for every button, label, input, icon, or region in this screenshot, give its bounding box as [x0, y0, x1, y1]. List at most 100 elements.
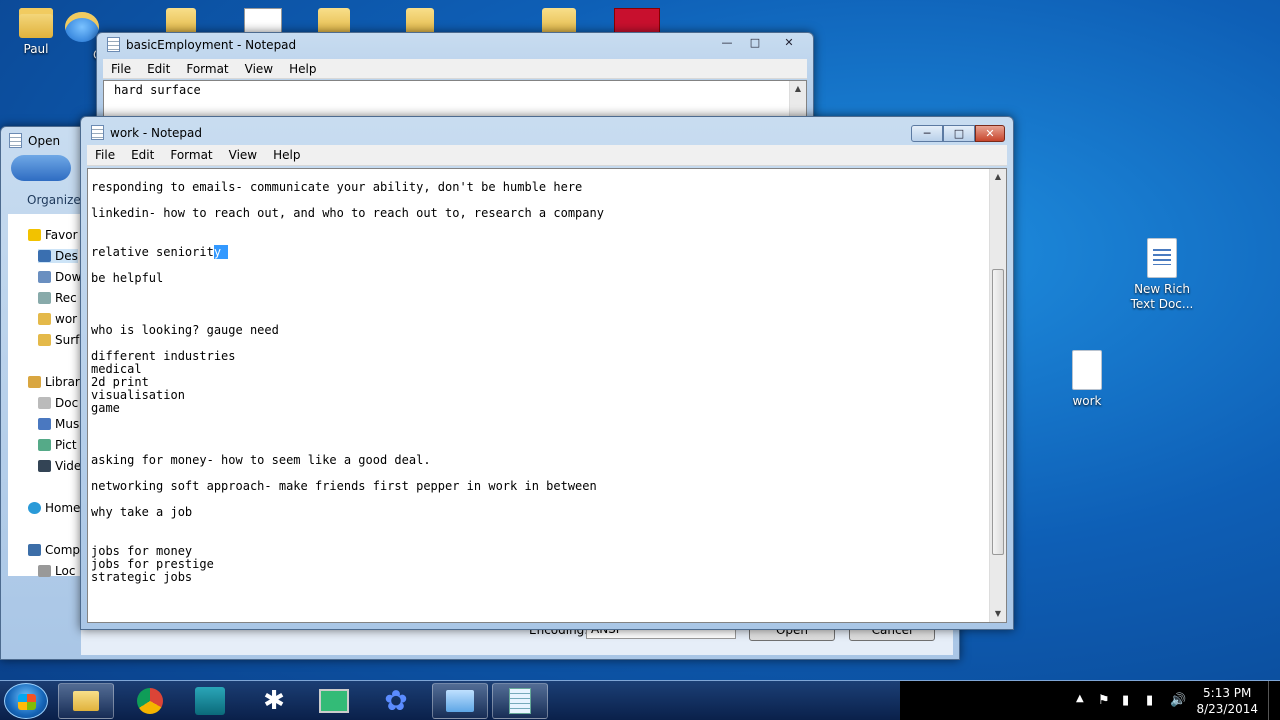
network-icon[interactable]: ▮: [1146, 693, 1153, 708]
text-line: [91, 220, 604, 233]
maximize-button[interactable]: □: [741, 33, 769, 51]
nav-music[interactable]: Mus: [38, 417, 79, 431]
text-line: medical: [91, 362, 142, 376]
show-hidden-icons[interactable]: ▲: [1076, 693, 1084, 704]
notepad-icon: [107, 37, 120, 52]
text-line: [91, 519, 604, 532]
nav-documents[interactable]: Doc: [38, 396, 78, 410]
nav-libraries[interactable]: Librar: [28, 375, 80, 389]
minimize-button[interactable]: ─: [911, 125, 943, 142]
maya-icon: [195, 687, 225, 715]
window-title: basicEmployment - Notepad: [126, 37, 297, 52]
nav-recent[interactable]: Rec: [38, 291, 77, 305]
menu-bar: File Edit Format View Help: [103, 59, 807, 79]
nav-pictures[interactable]: Pict: [38, 438, 77, 452]
browser-icon: [65, 12, 99, 42]
notepad-window-work[interactable]: work - Notepad ─ □ ✕ File Edit Format Vi…: [80, 116, 1014, 630]
star-icon: [28, 229, 41, 241]
scroll-up-arrow[interactable]: ▲: [990, 169, 1006, 185]
window-controls: — □ ✕: [713, 33, 809, 51]
desktop-icon-work[interactable]: work: [1047, 350, 1127, 408]
nav-desktop[interactable]: Des: [38, 249, 78, 263]
system-tray: ▲ ⚑ ▮ ▮ 🔊 5:13 PM 8/23/2014: [900, 681, 1280, 720]
text-doc-icon: [1072, 350, 1102, 390]
control-panel-icon: [446, 690, 474, 712]
text-line: strategic jobs: [91, 570, 193, 584]
scrollbar-thumb[interactable]: [992, 269, 1004, 555]
text-line: responding to emails- communicate your a…: [91, 180, 583, 194]
nav-downloads[interactable]: Dow: [38, 270, 81, 284]
taskbar-control-panel[interactable]: [432, 683, 488, 719]
clock[interactable]: 5:13 PM 8/23/2014: [1196, 685, 1258, 717]
nav-computer[interactable]: Comp: [28, 543, 80, 557]
window-controls: ─ □ ✕: [911, 125, 1005, 142]
menu-file[interactable]: File: [103, 62, 139, 76]
taskbar-zbrush[interactable]: ✱: [246, 683, 302, 719]
folder-icon: [38, 313, 51, 325]
desktop-icon: [38, 250, 51, 262]
menu-view[interactable]: View: [221, 148, 265, 162]
chrome-icon: [137, 688, 163, 714]
nav-videos[interactable]: Vide: [38, 459, 81, 473]
clock-date: 8/23/2014: [1196, 702, 1258, 716]
menu-view[interactable]: View: [237, 62, 281, 76]
show-desktop-button[interactable]: [1268, 681, 1280, 720]
taskbar-flower-app[interactable]: ✿: [368, 683, 424, 719]
taskbar-app[interactable]: [306, 683, 362, 719]
close-button[interactable]: ✕: [769, 33, 809, 51]
start-button[interactable]: [4, 683, 48, 719]
homegroup-icon: [28, 502, 41, 514]
taskbar-maya[interactable]: [182, 683, 238, 719]
text-line: [91, 285, 604, 298]
library-icon: [28, 376, 41, 388]
organize-button[interactable]: Organize: [27, 193, 81, 207]
nav-local-disk[interactable]: Loc: [38, 564, 75, 578]
text-line: relative seniority: [91, 245, 229, 259]
volume-icon[interactable]: 🔊: [1170, 693, 1186, 708]
zbrush-icon: ✱: [263, 686, 285, 716]
menu-file[interactable]: File: [87, 148, 123, 162]
text-line: who is looking? gauge need: [91, 323, 279, 337]
action-center-flag-icon[interactable]: ⚑: [1098, 693, 1110, 708]
menu-help[interactable]: Help: [265, 148, 308, 162]
desktop-icon-rich-text[interactable]: New Rich Text Doc...: [1122, 238, 1202, 312]
text-line: [91, 415, 604, 428]
nav-work[interactable]: wor: [38, 312, 77, 326]
window-title: work - Notepad: [110, 125, 202, 140]
nav-surface[interactable]: Surf: [38, 333, 79, 347]
music-icon: [38, 418, 51, 430]
notepad-titlebar: work - Notepad: [91, 125, 202, 140]
scroll-up-arrow[interactable]: ▲: [790, 81, 806, 97]
nav-favorites[interactable]: Favor: [28, 228, 78, 242]
clock-time: 5:13 PM: [1203, 686, 1252, 700]
power-icon[interactable]: ▮: [1122, 693, 1129, 708]
text-line: why take a job: [91, 505, 193, 519]
taskbar-notepad[interactable]: [492, 683, 548, 719]
minimize-button[interactable]: —: [713, 33, 741, 51]
text-line: linkedin- how to reach out, and who to r…: [91, 206, 604, 220]
text-line: asking for money- how to seem like a goo…: [91, 453, 431, 467]
nav-homegroup[interactable]: Home: [28, 501, 80, 515]
text-line: different industries: [91, 349, 236, 363]
back-forward-nav[interactable]: [11, 155, 71, 181]
maximize-button[interactable]: □: [943, 125, 975, 142]
text-editor-area[interactable]: responding to emails- communicate your a…: [87, 168, 1007, 623]
vertical-scrollbar[interactable]: ▲ ▼: [989, 169, 1006, 622]
taskbar-explorer[interactable]: [58, 683, 114, 719]
computer-icon: [28, 544, 41, 556]
screen-app-icon: [319, 689, 349, 713]
menu-edit[interactable]: Edit: [123, 148, 162, 162]
close-button[interactable]: ✕: [975, 125, 1005, 142]
editor-text: responding to emails- communicate your a…: [91, 181, 604, 584]
taskbar-chrome[interactable]: [122, 683, 178, 719]
desktop-icon-label: New Rich Text Doc...: [1130, 282, 1194, 311]
text-line: [91, 298, 604, 311]
notepad-icon: [509, 688, 531, 714]
menu-format[interactable]: Format: [178, 62, 236, 76]
menu-help[interactable]: Help: [281, 62, 324, 76]
menu-edit[interactable]: Edit: [139, 62, 178, 76]
text-line: visualisation: [91, 388, 185, 402]
menu-format[interactable]: Format: [162, 148, 220, 162]
scroll-down-arrow[interactable]: ▼: [990, 606, 1006, 622]
recent-icon: [38, 292, 51, 304]
